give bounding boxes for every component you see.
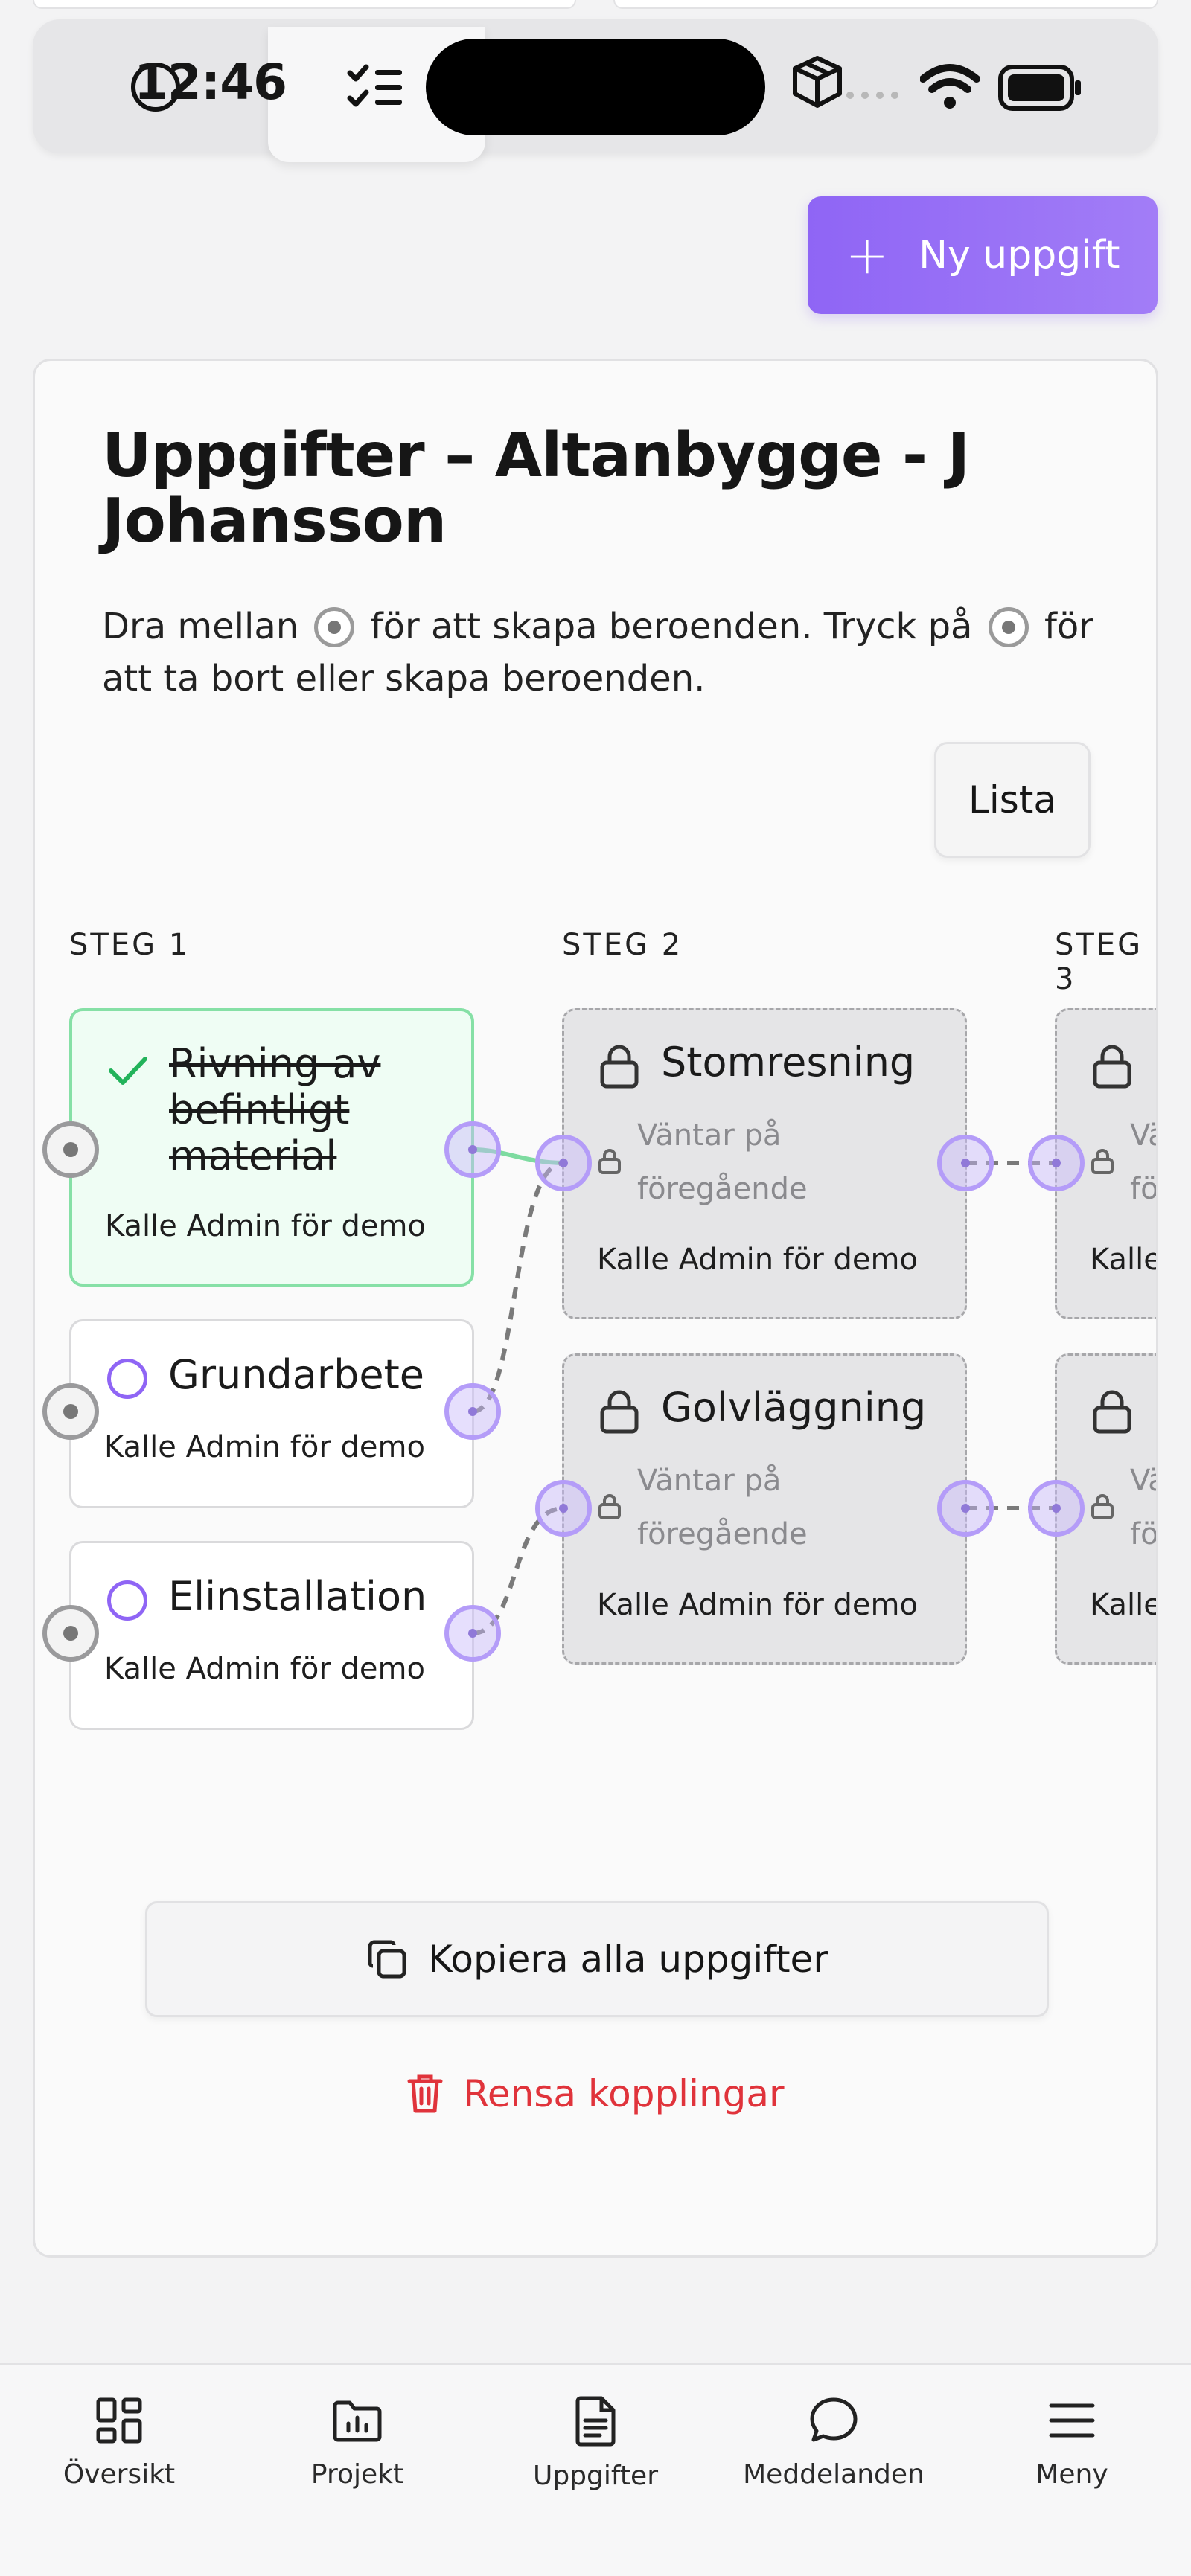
nav-label: Uppgifter [532,2461,658,2491]
lock-icon [600,1390,639,1434]
output-handle-grundarbete[interactable] [444,1383,501,1440]
task-title: Grundarbete [168,1351,424,1398]
battery-icon [998,65,1081,111]
package-icon [793,56,842,108]
nav-item-oversikt[interactable]: Översikt [0,2395,238,2490]
input-handle-steg3-a[interactable] [1028,1135,1085,1191]
lock-icon [1093,1390,1131,1434]
new-task-button[interactable]: + Ny uppgift [808,196,1158,314]
nav-item-meddelanden[interactable]: Meddelanden [715,2395,953,2490]
signal-dots-icon [846,92,898,99]
previous-card-edge [613,0,1158,9]
small-lock-icon [598,1149,621,1174]
open-circle-icon[interactable] [107,1580,147,1621]
nav-item-projekt[interactable]: Projekt [238,2395,476,2490]
task-board-card: Uppgifter – Altanbygge - J Johansson Dra… [33,359,1158,2258]
bottom-navigation: Översikt Projekt Uppgifter Meddelanden M… [0,2363,1191,2576]
task-wait-text: Väntar på föregående [637,1464,808,1551]
task-assignee: Kalle Admin för demo [105,1209,426,1243]
output-handle-golvlaggning[interactable] [937,1480,994,1537]
task-assignee: Kalle Admin för demo [597,1243,918,1277]
task-title: S [1154,1384,1156,1431]
nav-label: Meddelanden [743,2459,925,2490]
new-task-label: Ny uppgift [919,233,1120,278]
lock-icon [1093,1045,1131,1089]
output-handle-elinstallation[interactable] [444,1605,501,1662]
check-icon [109,1057,147,1085]
lock-icon [600,1045,639,1089]
output-handle-rivning[interactable] [444,1121,501,1178]
wifi-icon [920,64,980,109]
clear-connections-button[interactable]: Rensa kopplingar [35,2072,1156,2115]
task-assignee: Kalle [1090,1588,1158,1622]
grid-icon [96,2397,142,2444]
checklist-icon [347,64,402,107]
task-assignee: Kalle Admin för demo [104,1430,425,1464]
task-card-golvlaggning[interactable]: Golvläggning Väntar på föregående Kalle … [562,1353,967,1665]
task-title: Rivning av befintligt material [169,1040,381,1179]
plus-icon: + [845,225,890,286]
task-title: Stomresning [661,1039,916,1086]
input-handle-stomresning[interactable] [535,1135,592,1191]
copy-all-tasks-button[interactable]: Kopiera alla uppgifter [145,1901,1049,2017]
nav-label: Projekt [310,2459,404,2490]
input-handle-golvlaggning[interactable] [535,1480,592,1537]
previous-card-edge [33,0,576,9]
task-title: Golvläggning [661,1384,927,1431]
task-assignee: Kalle Admin för demo [597,1588,918,1622]
input-handle-elinstallation[interactable] [42,1605,99,1662]
copy-all-tasks-label: Kopiera alla uppgifter [428,1938,828,1981]
task-assignee: Kalle [1090,1243,1158,1277]
task-wait-text: Vä fö [1130,1464,1158,1551]
document-icon [575,2396,616,2447]
input-handle-rivning[interactable] [42,1121,99,1178]
task-card-rivning[interactable]: Rivning av befintligt material Kalle Adm… [69,1008,474,1287]
hamburger-icon [1049,2403,1095,2438]
nav-item-uppgifter[interactable]: Uppgifter [476,2395,715,2491]
task-title: Elinstallation [168,1573,427,1620]
folder-chart-icon [333,2400,382,2442]
task-card-elinstallation[interactable]: Elinstallation Kalle Admin för demo [69,1541,474,1730]
task-wait-text: Vä fö [1130,1118,1158,1206]
chat-bubble-icon [810,2397,858,2442]
nav-item-meny[interactable]: Meny [953,2395,1191,2490]
dynamic-island [426,39,765,135]
small-lock-icon [1091,1494,1114,1519]
nav-label: Meny [1035,2459,1108,2490]
open-circle-icon[interactable] [107,1359,147,1399]
clear-connections-label: Rensa kopplingar [463,2072,785,2115]
input-handle-steg3-b[interactable] [1028,1480,1085,1537]
task-card-grundarbete[interactable]: Grundarbete Kalle Admin för demo [69,1319,474,1508]
small-lock-icon [598,1494,621,1519]
connector-grundarbete-stomresning [472,1161,564,1414]
trash-icon [407,2074,443,2113]
output-handle-stomresning[interactable] [937,1135,994,1191]
status-time: 12:46 [134,54,287,111]
copy-icon [368,1940,406,1979]
task-assignee: Kalle Admin för demo [104,1652,425,1686]
task-card-stomresning[interactable]: Stomresning Väntar på föregående Kalle A… [562,1008,967,1319]
small-lock-icon [1091,1149,1114,1174]
task-wait-text: Väntar på föregående [637,1118,808,1206]
nav-label: Översikt [63,2459,176,2490]
input-handle-grundarbete[interactable] [42,1383,99,1440]
